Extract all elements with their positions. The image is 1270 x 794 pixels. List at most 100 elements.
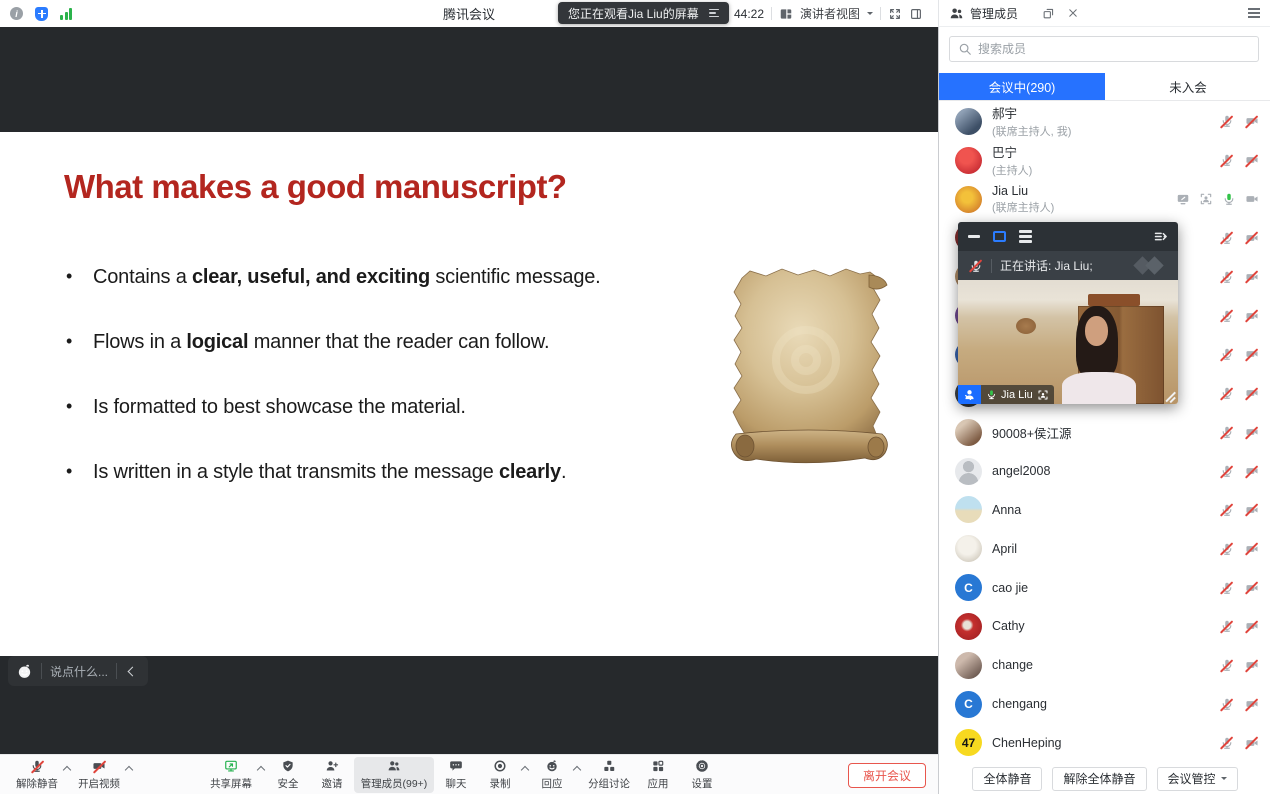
fullscreen-icon[interactable] bbox=[888, 7, 902, 21]
emoji-icon[interactable] bbox=[16, 663, 33, 680]
focus-view-icon[interactable] bbox=[1198, 192, 1213, 207]
chat-button[interactable]: 聊天 bbox=[434, 757, 478, 793]
mic-muted-icon[interactable] bbox=[1219, 658, 1234, 673]
reactions-smiley-icon bbox=[545, 759, 560, 774]
mic-muted-icon[interactable] bbox=[1219, 230, 1234, 245]
mic-muted-icon[interactable] bbox=[1219, 697, 1234, 712]
unmute-button[interactable]: 解除静音 bbox=[10, 757, 64, 793]
tab-in-meeting[interactable]: 会议中(290) bbox=[939, 73, 1105, 100]
camera-muted-icon[interactable] bbox=[1244, 697, 1259, 712]
participant-row[interactable]: C chengang bbox=[939, 685, 1270, 724]
camera-muted-icon[interactable] bbox=[1244, 502, 1259, 517]
titlebar-controls: 44:22 演讲者视图 bbox=[714, 0, 923, 27]
record-options-chevron-icon[interactable] bbox=[521, 765, 529, 773]
share-options-chevron-icon[interactable] bbox=[257, 765, 265, 773]
camera-muted-icon[interactable] bbox=[1244, 464, 1259, 479]
camera-muted-icon[interactable] bbox=[1244, 425, 1259, 440]
reactions-options-chevron-icon[interactable] bbox=[573, 765, 581, 773]
unmute-all-button[interactable]: 解除全体静音 bbox=[1052, 767, 1146, 791]
window-menu-icon[interactable] bbox=[1248, 8, 1260, 18]
record-button[interactable]: 录制 bbox=[478, 757, 522, 793]
mic-options-chevron-icon[interactable] bbox=[63, 765, 71, 773]
avatar bbox=[955, 613, 982, 640]
minimize-icon[interactable] bbox=[968, 235, 980, 238]
camera-muted-icon[interactable] bbox=[1244, 541, 1259, 556]
meeting-control-button[interactable]: 会议管控 bbox=[1157, 767, 1238, 791]
participant-row[interactable]: Anna bbox=[939, 490, 1270, 529]
camera-muted-icon[interactable] bbox=[1244, 658, 1259, 673]
slide-bullet: Is formatted to best showcase the materi… bbox=[66, 396, 726, 419]
reactions-button[interactable]: 回应 bbox=[530, 757, 574, 793]
video-view-icon[interactable] bbox=[993, 231, 1006, 242]
popout-panel-icon[interactable] bbox=[1042, 7, 1055, 20]
start-video-button[interactable]: 开启视频 bbox=[72, 757, 126, 793]
camera-muted-icon[interactable] bbox=[1244, 269, 1259, 284]
mic-muted-icon[interactable] bbox=[1219, 347, 1234, 362]
participant-row[interactable]: 郝宇(联席主持人, 我) bbox=[939, 102, 1270, 141]
mic-muted-icon[interactable] bbox=[1219, 114, 1234, 129]
mic-muted-icon[interactable] bbox=[1219, 386, 1234, 401]
banner-menu-icon[interactable] bbox=[709, 9, 719, 18]
leave-meeting-button[interactable]: 离开会议 bbox=[848, 763, 926, 788]
mic-muted-icon[interactable] bbox=[1219, 425, 1234, 440]
search-input[interactable] bbox=[978, 42, 1250, 56]
manage-members-button[interactable]: 管理成员(99+) bbox=[354, 757, 434, 793]
settings-button[interactable]: 设置 bbox=[680, 757, 724, 793]
camera-muted-icon[interactable] bbox=[1244, 114, 1259, 129]
mic-muted-icon[interactable] bbox=[1219, 464, 1234, 479]
camera-muted-icon[interactable] bbox=[1244, 230, 1259, 245]
side-panel-toggle-icon[interactable] bbox=[909, 7, 923, 21]
dock-right-icon[interactable] bbox=[1153, 229, 1168, 244]
speaker-name-badge: Jia Liu bbox=[958, 385, 1054, 404]
breakout-rooms-button[interactable]: 分组讨论 bbox=[582, 757, 636, 793]
camera-muted-icon[interactable] bbox=[1244, 308, 1259, 323]
camera-off-icon[interactable] bbox=[1244, 192, 1259, 207]
camera-muted-icon[interactable] bbox=[1244, 580, 1259, 595]
floating-video-window[interactable]: 正在讲话: Jia Liu; Jia Liu bbox=[958, 222, 1178, 404]
members-icon bbox=[949, 6, 964, 21]
participant-row[interactable]: Cathy bbox=[939, 607, 1270, 646]
parchment-scroll-image bbox=[728, 264, 892, 480]
mic-muted-icon[interactable] bbox=[1219, 580, 1234, 595]
list-view-icon[interactable] bbox=[1019, 230, 1032, 243]
mic-active-icon[interactable] bbox=[1221, 192, 1236, 207]
camera-muted-icon[interactable] bbox=[1244, 347, 1259, 362]
resize-grip[interactable] bbox=[1164, 390, 1176, 402]
mic-muted-icon[interactable] bbox=[1219, 308, 1234, 323]
apps-button[interactable]: 应用 bbox=[636, 757, 680, 793]
participant-row[interactable]: Jia Liu(联席主持人) bbox=[939, 180, 1270, 219]
camera-muted-icon[interactable] bbox=[1244, 735, 1259, 750]
mic-muted-icon[interactable] bbox=[1219, 541, 1234, 556]
camera-muted-icon[interactable] bbox=[1244, 386, 1259, 401]
mute-all-button[interactable]: 全体静音 bbox=[972, 767, 1042, 791]
participant-list: 郝宇(联席主持人, 我) 巴宁(主持人) Jia Liu(联席主持人) bbox=[939, 102, 1270, 763]
chat-input-placeholder[interactable]: 说点什么... bbox=[50, 663, 108, 680]
participant-row[interactable]: 巴宁(主持人) bbox=[939, 141, 1270, 180]
view-mode-label[interactable]: 演讲者视图 bbox=[800, 5, 860, 22]
tab-not-joined[interactable]: 未入会 bbox=[1105, 73, 1270, 100]
mic-muted-icon[interactable] bbox=[1219, 502, 1234, 517]
camera-muted-icon[interactable] bbox=[1244, 153, 1259, 168]
security-button[interactable]: 安全 bbox=[266, 757, 310, 793]
participant-name: 郝宇 bbox=[992, 103, 1209, 122]
mic-muted-icon[interactable] bbox=[1219, 735, 1234, 750]
participant-name: Cathy bbox=[992, 619, 1209, 633]
apps-grid-icon bbox=[651, 759, 666, 774]
view-mode-caret-icon[interactable] bbox=[867, 12, 873, 18]
video-options-chevron-icon[interactable] bbox=[125, 765, 133, 773]
breakout-squares-icon bbox=[602, 759, 617, 774]
mic-muted-icon[interactable] bbox=[1219, 619, 1234, 634]
participant-row[interactable]: angel2008 bbox=[939, 452, 1270, 491]
share-screen-button[interactable]: 共享屏幕 bbox=[204, 757, 258, 793]
participant-row[interactable]: April bbox=[939, 529, 1270, 568]
participant-row[interactable]: 47 ChenHeping bbox=[939, 724, 1270, 763]
mic-muted-icon[interactable] bbox=[1219, 153, 1234, 168]
invite-button[interactable]: 邀请 bbox=[310, 757, 354, 793]
camera-muted-icon[interactable] bbox=[1244, 619, 1259, 634]
collapse-chat-icon[interactable] bbox=[128, 666, 138, 676]
participant-row[interactable]: change bbox=[939, 646, 1270, 685]
mic-muted-icon[interactable] bbox=[1219, 269, 1234, 284]
participant-row[interactable]: 90008+侯江源 bbox=[939, 413, 1270, 452]
close-panel-icon[interactable] bbox=[1067, 7, 1079, 19]
participant-row[interactable]: C cao jie bbox=[939, 568, 1270, 607]
